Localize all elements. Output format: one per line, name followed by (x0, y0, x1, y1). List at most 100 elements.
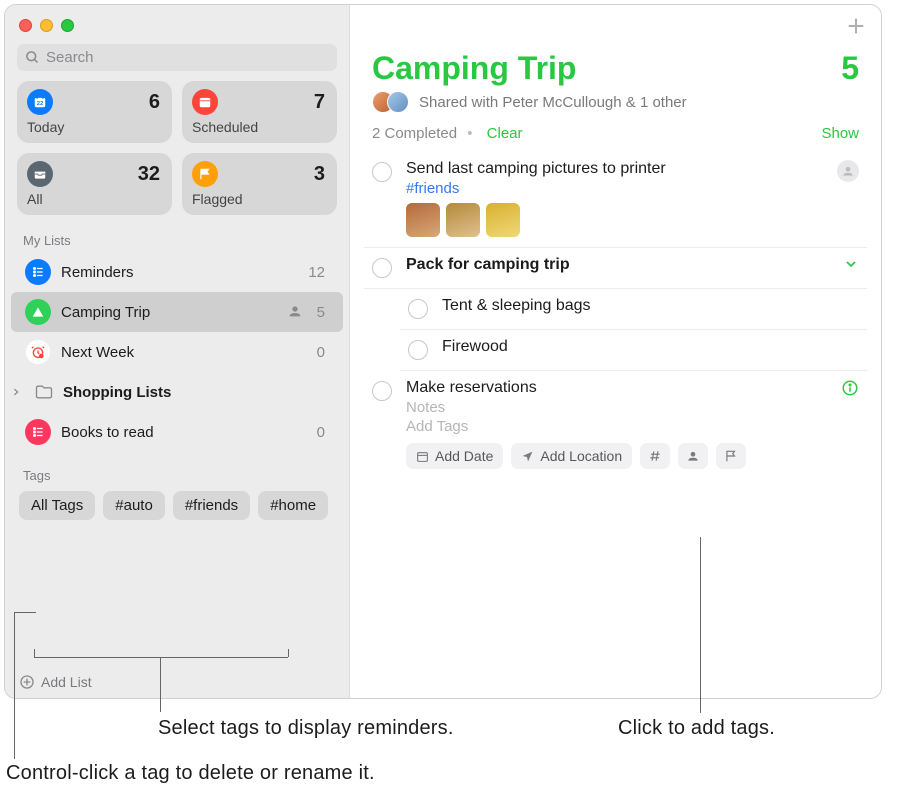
add-reminder-button[interactable] (845, 15, 867, 40)
assign-button[interactable] (678, 443, 708, 469)
reminders-window: Search 22 6 Today 7 (4, 4, 882, 699)
close-button[interactable] (19, 19, 32, 32)
tag-auto[interactable]: #auto (103, 491, 165, 520)
tags-header: Tags (5, 460, 349, 487)
avatar (387, 91, 409, 113)
zoom-button[interactable] (61, 19, 74, 32)
reminder-title: Firewood (442, 338, 859, 356)
sidebar: Search 22 6 Today 7 (5, 5, 350, 698)
reminder-subitem[interactable]: Tent & sleeping bags (400, 289, 867, 330)
info-icon (841, 379, 859, 397)
search-input[interactable]: Search (17, 44, 337, 71)
reminder-title[interactable]: Make reservations (406, 379, 827, 397)
all-label: All (27, 191, 160, 207)
tag-home[interactable]: #home (258, 491, 328, 520)
reminder-item[interactable]: Pack for camping trip (364, 248, 867, 289)
flag-button[interactable] (716, 443, 746, 469)
smart-list-all[interactable]: 32 All (17, 153, 172, 215)
shared-icon (287, 303, 303, 322)
calendar-icon (192, 89, 218, 115)
avatar-stack (372, 91, 409, 113)
hash-icon (648, 449, 662, 463)
plus-circle-icon (19, 674, 35, 690)
scheduled-count: 7 (314, 91, 325, 114)
plus-icon (845, 15, 867, 37)
sidebar-folder-shopping-lists[interactable]: Shopping Lists (5, 372, 349, 412)
completed-count: 2 Completed (372, 125, 457, 142)
smart-list-scheduled[interactable]: 7 Scheduled (182, 81, 337, 143)
tag-friends[interactable]: #friends (173, 491, 250, 520)
complete-toggle[interactable] (372, 258, 392, 278)
leader-line (288, 649, 289, 657)
list-name: Reminders (61, 264, 298, 281)
callout-select-tags: Select tags to display reminders. (158, 717, 454, 740)
reminder-item-editing[interactable]: Make reservations Notes Add Tags Add Dat… (364, 371, 867, 479)
tent-icon (25, 299, 51, 325)
reminder-item[interactable]: Send last camping pictures to printer #f… (364, 152, 867, 248)
all-count: 32 (138, 163, 160, 186)
notes-field[interactable]: Notes (406, 399, 827, 416)
chevron-down-icon[interactable] (843, 256, 859, 275)
complete-toggle[interactable] (408, 299, 428, 319)
info-button[interactable] (841, 379, 859, 400)
list-bullet-icon (25, 419, 51, 445)
leader-line (14, 612, 15, 759)
svg-text:22: 22 (37, 101, 44, 107)
today-count: 6 (149, 91, 160, 114)
sidebar-list-books[interactable]: Books to read 0 (11, 412, 343, 452)
callout-control-click: Control-click a tag to delete or rename … (6, 762, 375, 785)
sidebar-list-camping-trip[interactable]: Camping Trip 5 (11, 292, 343, 332)
thumbnail[interactable] (486, 203, 520, 237)
folder-name: Shopping Lists (63, 384, 331, 401)
reminder-title: Tent & sleeping bags (442, 297, 859, 315)
complete-toggle[interactable] (408, 340, 428, 360)
complete-toggle[interactable] (372, 162, 392, 182)
thumbnail[interactable] (406, 203, 440, 237)
chevron-right-icon (11, 384, 23, 400)
reminder-tag[interactable]: #friends (406, 180, 823, 197)
list-bullet-icon (25, 259, 51, 285)
add-list-button[interactable]: Add List (5, 666, 349, 698)
tag-all[interactable]: All Tags (19, 491, 95, 520)
folder-icon (31, 379, 57, 405)
smart-list-flagged[interactable]: 3 Flagged (182, 153, 337, 215)
calendar-icon (416, 450, 429, 463)
add-tag-button[interactable] (640, 443, 670, 469)
person-icon (686, 449, 700, 463)
show-completed-button[interactable]: Show (821, 125, 859, 142)
sidebar-list-reminders[interactable]: Reminders 12 (11, 252, 343, 292)
sidebar-list-next-week[interactable]: Next Week 0 (11, 332, 343, 372)
flag-icon (192, 161, 218, 187)
search-placeholder: Search (46, 49, 94, 66)
list-count: 12 (308, 264, 325, 281)
flag-icon (724, 449, 738, 463)
smart-list-today[interactable]: 22 6 Today (17, 81, 172, 143)
tags-area: All Tags #auto #friends #home (5, 487, 349, 530)
thumbnail[interactable] (446, 203, 480, 237)
list-name: Next Week (61, 344, 307, 361)
reminder-title: Pack for camping trip (406, 256, 829, 274)
leader-line (34, 649, 35, 657)
quick-actions: Add Date Add Location (406, 443, 827, 469)
add-location-button[interactable]: Add Location (511, 443, 632, 469)
list-count: 0 (317, 424, 325, 441)
shared-indicator[interactable]: Shared with Peter McCullough & 1 other (350, 89, 881, 125)
reminder-title: Send last camping pictures to printer (406, 160, 823, 178)
list-name: Camping Trip (61, 304, 277, 321)
clear-completed-button[interactable]: Clear (487, 125, 523, 142)
add-tags-field[interactable]: Add Tags (406, 418, 827, 435)
minimize-button[interactable] (40, 19, 53, 32)
completed-status: 2 Completed • Clear (372, 125, 523, 142)
list-title: Camping Trip (372, 50, 576, 87)
assignee-avatar[interactable] (837, 160, 859, 182)
callout-click-add-tags: Click to add tags. (618, 717, 775, 740)
calendar-today-icon: 22 (27, 89, 53, 115)
reminder-subitem[interactable]: Firewood (400, 330, 867, 371)
complete-toggle[interactable] (372, 381, 392, 401)
tray-icon (27, 161, 53, 187)
attachment-thumbnails[interactable] (406, 203, 823, 237)
window-controls (5, 5, 349, 38)
flagged-count: 3 (314, 163, 325, 186)
leader-line (700, 537, 701, 713)
add-date-button[interactable]: Add Date (406, 443, 503, 469)
